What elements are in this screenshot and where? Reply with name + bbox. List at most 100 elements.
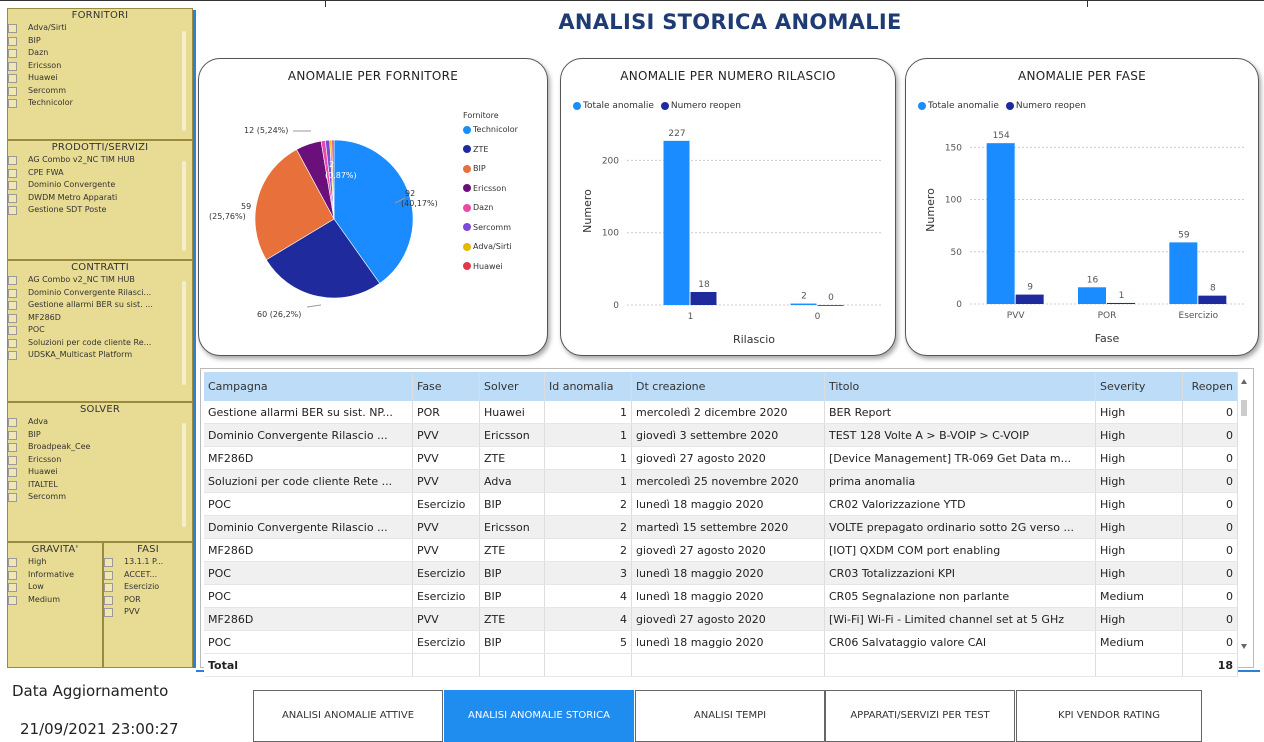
checkbox[interactable] xyxy=(8,338,17,348)
bar-reopen[interactable] xyxy=(1107,302,1135,304)
filter-option[interactable]: Technicolor xyxy=(8,97,170,110)
filter-option[interactable]: Huawei xyxy=(8,466,170,479)
table-row[interactable]: Gestione allarmi BER su sist. NP... POR Hu… xyxy=(204,401,1238,424)
filter-list[interactable]: AG Combo v2_NC TIM HUB CPE FWA Dominio Con… xyxy=(8,154,192,217)
filter-fasi[interactable]: FASI 13.1.1 P... ACCET... Esercizio POR PVV xyxy=(103,542,193,668)
scroll-up-icon[interactable] xyxy=(1241,379,1247,384)
filter-list[interactable]: High Informative Low Medium xyxy=(8,556,102,606)
filter-option[interactable]: Low xyxy=(8,581,102,594)
checkbox[interactable] xyxy=(8,24,17,33)
filter-list[interactable]: AG Combo v2_NC TIM HUB Dominio Convergent… xyxy=(8,274,192,362)
filter-option[interactable]: Gestione SDT Poste xyxy=(8,204,170,217)
nav-button-apparati-servizi-per-test[interactable]: APPARATI/SERVIZI PER TEST xyxy=(825,690,1015,742)
column-header[interactable]: Severity xyxy=(1095,372,1183,401)
filter-option[interactable]: Ericsson xyxy=(8,454,170,467)
bar-reopen[interactable] xyxy=(1015,294,1044,304)
nav-button-analisi-anomalie-attive[interactable]: ANALISI ANOMALIE ATTIVE xyxy=(253,690,443,742)
filter-option[interactable]: Sercomm xyxy=(8,491,170,504)
legend-item[interactable]: Sercomm xyxy=(463,218,518,238)
checkbox[interactable] xyxy=(8,558,17,567)
filter-option[interactable]: DWDM Metro Apparati xyxy=(8,192,170,205)
filter-option[interactable]: Medium xyxy=(8,594,102,607)
filter-option[interactable]: POR xyxy=(104,594,192,607)
legend-item[interactable]: Huawei xyxy=(463,257,518,277)
filter-option[interactable]: Esercizio xyxy=(104,581,192,594)
filter-option[interactable]: Dazn xyxy=(8,47,170,60)
column-header[interactable]: Reopen xyxy=(1182,372,1238,401)
legend-item[interactable]: BIP xyxy=(463,159,518,179)
filter-gravita[interactable]: GRAVITA' High Informative Low Medium xyxy=(7,542,103,668)
bar-totale[interactable] xyxy=(790,303,817,305)
filter-option[interactable]: PVV xyxy=(104,606,192,619)
filter-option[interactable]: Sercomm xyxy=(8,85,170,98)
fase-chart-card[interactable]: ANOMALIE PER FASE Totale anomalie Numero… xyxy=(905,58,1259,356)
checkbox[interactable] xyxy=(8,156,17,165)
filter-option[interactable]: Dominio Convergente Rilasci... xyxy=(8,287,170,300)
checkbox[interactable] xyxy=(104,558,113,567)
checkbox[interactable] xyxy=(104,570,113,580)
checkbox[interactable] xyxy=(8,443,17,452)
table-row[interactable]: Dominio Convergente Rilascio ... PVV Erics… xyxy=(204,423,1238,447)
bar-totale[interactable] xyxy=(663,140,690,305)
checkbox[interactable] xyxy=(8,86,17,96)
filter-option[interactable]: Dominio Convergente xyxy=(8,179,170,192)
filter-option[interactable]: ACCET... xyxy=(104,569,192,582)
column-header[interactable]: Titolo xyxy=(824,372,1096,401)
checkbox[interactable] xyxy=(8,493,17,502)
legend-item[interactable]: Ericsson xyxy=(463,179,518,199)
nav-button-analisi-tempi[interactable]: ANALISI TEMPI xyxy=(635,690,825,742)
bar-reopen[interactable] xyxy=(817,305,844,306)
filter-fornitori[interactable]: FORNITORI Adva/Sirti BIP Dazn Ericsson Huawe… xyxy=(7,8,193,140)
filter-option[interactable]: High xyxy=(8,556,102,569)
checkbox[interactable] xyxy=(8,61,17,71)
table-row[interactable]: MF286D PVV ZTE 1 giovedì 27 agosto 2020 [Devi… xyxy=(204,446,1238,470)
checkbox[interactable] xyxy=(8,36,17,46)
nav-button-analisi-anomalie-storica[interactable]: ANALISI ANOMALIE STORICA xyxy=(444,690,634,742)
checkbox[interactable] xyxy=(8,206,17,215)
filter-contratti[interactable]: CONTRATTI AG Combo v2_NC TIM HUB Dominio … xyxy=(7,260,193,402)
anomalie-table[interactable]: Campagna Fase Solver Id anomalia Dt creazion… xyxy=(200,368,1254,677)
checkbox[interactable] xyxy=(8,455,17,465)
bar-totale[interactable] xyxy=(986,143,1015,304)
filter-option[interactable]: Huawei xyxy=(8,72,170,85)
checkbox[interactable] xyxy=(104,595,113,605)
checkbox[interactable] xyxy=(8,595,17,605)
checkbox[interactable] xyxy=(104,583,113,592)
checkbox[interactable] xyxy=(8,313,17,323)
checkbox[interactable] xyxy=(8,583,17,592)
filter-option[interactable]: Adva xyxy=(8,416,170,429)
checkbox[interactable] xyxy=(8,301,17,310)
rilascio-chart-card[interactable]: ANOMALIE PER NUMERO RILASCIO Totale anom… xyxy=(560,58,896,356)
checkbox[interactable] xyxy=(8,418,17,427)
table-row[interactable]: POC Esercizio BIP 3 lunedì 18 maggio 2020 CR0… xyxy=(204,561,1238,585)
table-row[interactable]: MF286D PVV ZTE 4 giovedì 27 agosto 2020 [Wi-F… xyxy=(204,607,1238,631)
checkbox[interactable] xyxy=(8,99,17,108)
bar-totale[interactable] xyxy=(1078,287,1106,304)
checkbox[interactable] xyxy=(8,570,17,580)
filter-list[interactable]: 13.1.1 P... ACCET... Esercizio POR PVV xyxy=(104,556,192,619)
legend-item[interactable]: Dazn xyxy=(463,198,518,218)
column-header[interactable]: Fase xyxy=(412,372,480,401)
table-row[interactable]: Dominio Convergente Rilascio ... PVV Erics… xyxy=(204,515,1238,539)
filter-option[interactable]: Broadpeak_Cee xyxy=(8,441,170,454)
checkbox[interactable] xyxy=(8,276,17,285)
filter-option[interactable]: Adva/Sirti xyxy=(8,22,170,35)
filter-option[interactable]: UDSKA_Multicast Platform xyxy=(8,349,170,362)
filter-option[interactable]: CPE FWA xyxy=(8,167,170,180)
checkbox[interactable] xyxy=(8,288,17,298)
filter-option[interactable]: Informative xyxy=(8,569,102,582)
filter-list[interactable]: Adva BIP Broadpeak_Cee Ericsson Huawei ITALTE… xyxy=(8,416,192,504)
checkbox[interactable] xyxy=(8,351,17,360)
scroll-down-icon[interactable] xyxy=(1241,644,1247,649)
filter-option[interactable]: POC xyxy=(8,324,170,337)
legend-item[interactable]: Technicolor xyxy=(463,120,518,140)
filter-option[interactable]: Gestione allarmi BER su sist. ... xyxy=(8,299,170,312)
pie-chart-card[interactable]: ANOMALIE PER FORNITORE 92 (40,17%) 60 (2… xyxy=(198,58,548,356)
checkbox[interactable] xyxy=(8,168,17,178)
filter-option[interactable]: BIP xyxy=(8,35,170,48)
filter-option[interactable]: 13.1.1 P... xyxy=(104,556,192,569)
column-header[interactable]: Solver xyxy=(479,372,545,401)
checkbox[interactable] xyxy=(8,74,17,83)
table-scrollbar[interactable] xyxy=(1237,372,1251,660)
bar-reopen[interactable] xyxy=(1198,295,1227,304)
